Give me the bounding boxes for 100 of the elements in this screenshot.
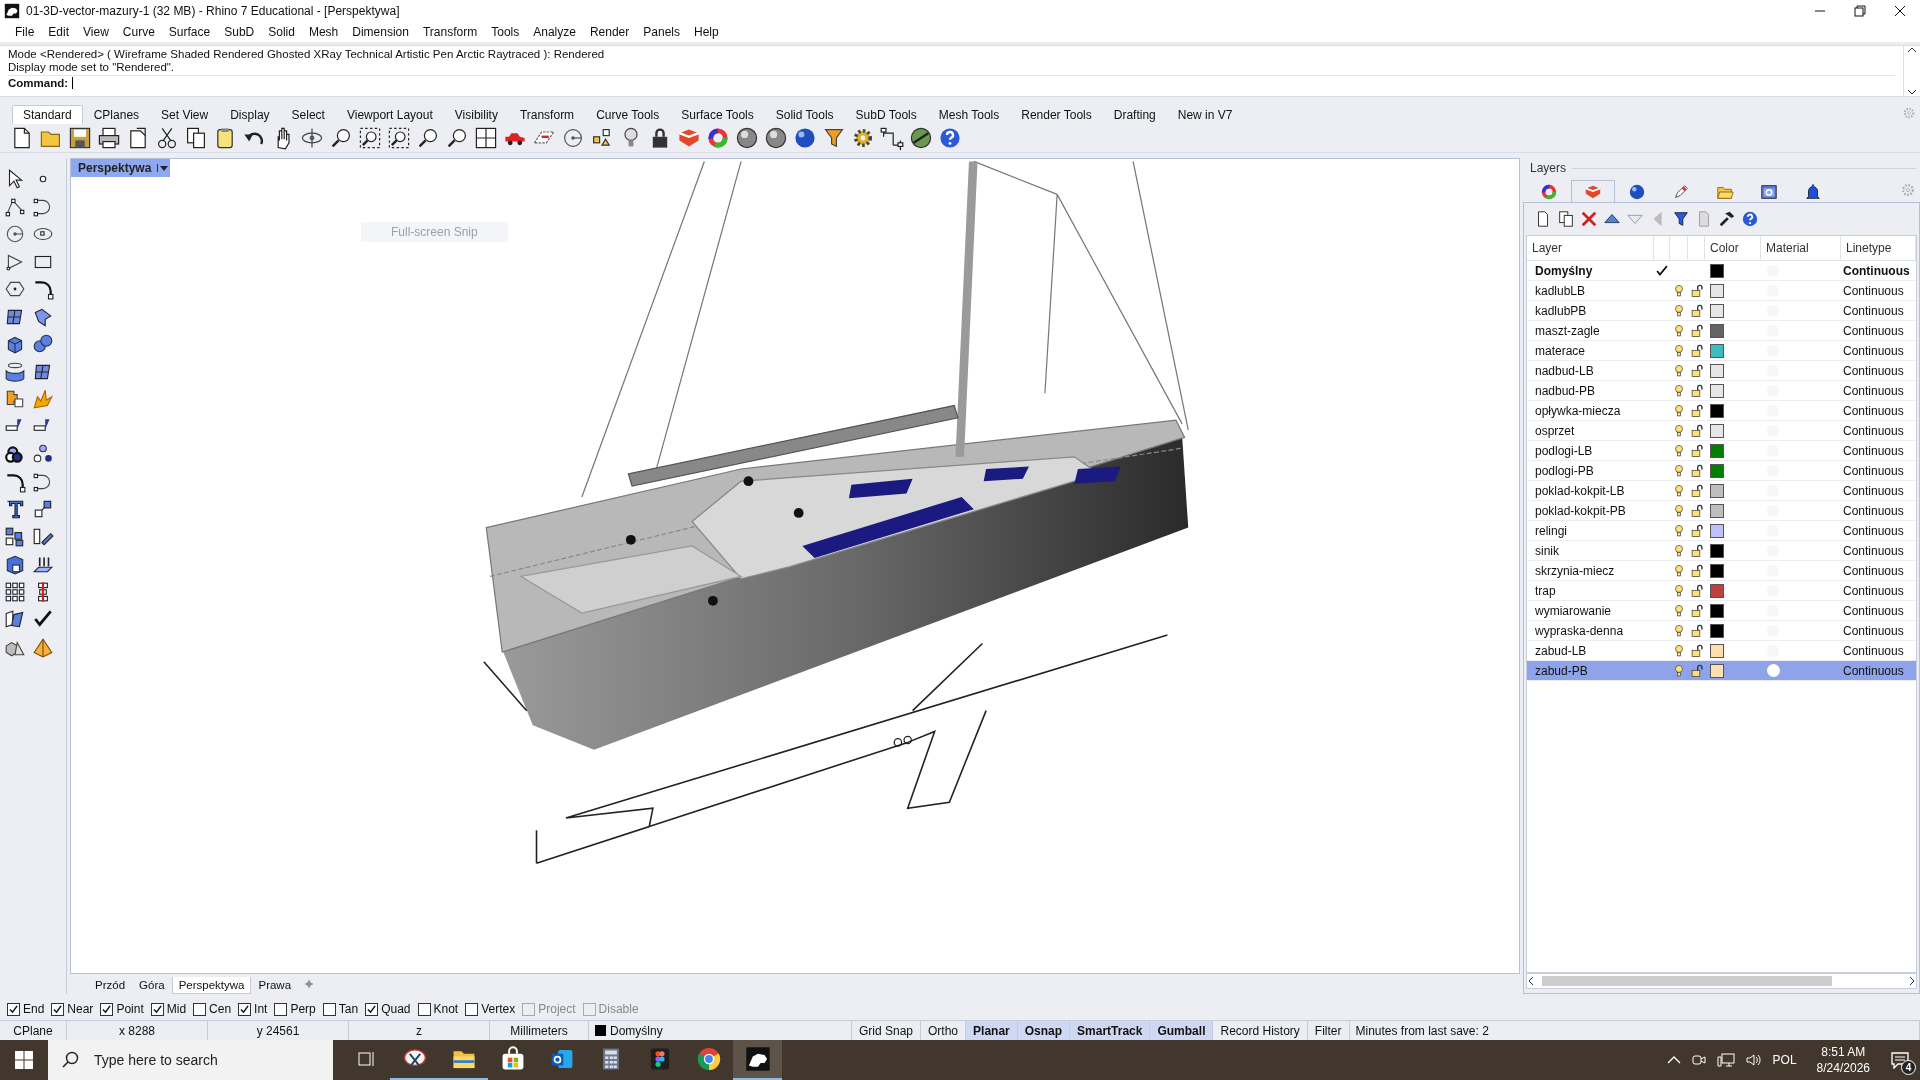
osnap-label[interactable]: Tan [338,1002,359,1016]
light-bulb-icon[interactable] [1672,303,1686,318]
layer-color-swatch[interactable] [1710,263,1724,278]
unlocked-padlock-icon[interactable] [1689,643,1704,658]
osnap-label[interactable]: End [23,1002,45,1016]
status-toggle[interactable]: SmartTrack [1070,1021,1151,1040]
osnap-checkbox[interactable] [51,1002,65,1016]
osnap-checkbox[interactable] [193,1002,207,1016]
layer-row[interactable]: zabud-PB Continuous [1527,661,1916,681]
light-bulb-icon[interactable] [1672,583,1686,598]
toolbar-tab[interactable]: Standard [12,105,83,124]
column-header[interactable]: Material [1761,236,1841,260]
layer-row[interactable]: nadbud-LB Continuous [1527,361,1916,381]
scale-icon[interactable] [32,498,54,520]
task-view-icon[interactable] [355,1049,376,1069]
menu-item[interactable]: Curve [115,25,162,39]
cut-icon[interactable] [155,126,179,150]
camera-icon[interactable] [1690,1052,1707,1068]
osnap-checkbox[interactable] [322,1002,336,1016]
osnap-label[interactable]: Vertex [481,1002,516,1016]
add-tab-icon[interactable] [304,979,315,989]
layer-color-swatch[interactable] [1710,343,1724,358]
checkmark-icon[interactable] [1655,263,1669,278]
zoom-selected-icon[interactable] [416,126,440,150]
menu-item[interactable]: Render [582,25,637,39]
layer-row[interactable]: sinik Continuous [1527,541,1916,561]
light-bulb-icon[interactable] [1672,623,1686,638]
light-bulb-icon[interactable] [1672,503,1686,518]
toolbar-tab[interactable]: Viewport Layout [335,105,444,124]
scroll-left-icon[interactable] [1527,976,1535,986]
light-bulb-icon[interactable] [1672,283,1686,298]
help-icon[interactable] [938,126,962,150]
layer-row[interactable]: nadbud-PB Continuous [1527,381,1916,401]
copy-icon[interactable] [184,126,208,150]
zoom-icon[interactable] [329,126,353,150]
clock-time[interactable]: 8:51 AM [1821,1044,1866,1060]
pen-icon[interactable] [1672,182,1690,201]
circles-icon[interactable] [32,443,54,465]
sphere-icon[interactable] [1628,182,1646,201]
windows-start-icon[interactable] [15,1051,33,1069]
layer-color-swatch[interactable] [1710,563,1724,578]
unlocked-padlock-icon[interactable] [1689,663,1704,678]
osnap-checkbox[interactable] [274,1002,288,1016]
light-bulb-icon[interactable] [1672,643,1686,658]
layer-color-swatch[interactable] [1710,663,1724,678]
osnap-label[interactable]: Knot [433,1002,459,1016]
layer-row[interactable]: materace Continuous [1527,341,1916,361]
layer-row[interactable]: Domyślny Continuous [1527,261,1916,281]
zoom-extents-icon[interactable] [387,126,411,150]
layer-row[interactable]: osprzet Continuous [1527,421,1916,441]
layer-color-swatch[interactable] [1710,383,1724,398]
osnap-label[interactable]: Perp [290,1002,316,1016]
zoom-window-icon[interactable] [358,126,382,150]
current-layer[interactable]: Domyślny [610,1023,663,1038]
layer-color-swatch[interactable] [1710,583,1724,598]
viewport-title-tab[interactable]: Perspektywa [71,159,171,177]
material-swatch[interactable] [1767,664,1780,677]
toolbar-tab[interactable]: Display [219,105,281,124]
menu-item[interactable]: Edit [41,25,77,39]
shaded-sphere-icon[interactable] [764,126,788,150]
osnap-label[interactable]: Int [254,1002,268,1016]
layer-color-swatch[interactable] [1710,363,1724,378]
toolbar-tab[interactable]: Surface Tools [670,105,765,124]
circle-point-icon[interactable] [561,126,585,150]
light-bulb-icon[interactable] [1672,363,1686,378]
layer-row[interactable]: podlogi-PB Continuous [1527,461,1916,481]
boolean-icon[interactable] [4,443,26,465]
color-wheel-icon[interactable] [1540,182,1558,201]
puzzle-icon[interactable] [4,388,26,410]
menu-item[interactable]: Solid [261,25,302,39]
toolbar-tab[interactable]: Solid Tools [764,105,845,124]
osnap-checkbox[interactable] [150,1002,164,1016]
squares-icon[interactable] [4,525,26,548]
viewport-tab[interactable]: Przód [88,977,133,994]
layer-color-swatch[interactable] [1710,303,1724,318]
light-bulb-icon[interactable] [1672,383,1686,398]
four-viewports-icon[interactable] [474,126,498,150]
light-bulb-icon[interactable] [1672,663,1686,678]
unlocked-padlock-icon[interactable] [1689,503,1704,518]
spheres-icon[interactable] [32,333,54,355]
dimension-icon[interactable] [880,126,904,150]
layer-row[interactable]: relingi Continuous [1527,521,1916,541]
menu-item[interactable]: Tools [484,25,527,39]
unlocked-padlock-icon[interactable] [1689,523,1704,538]
unlocked-padlock-icon[interactable] [1689,363,1704,378]
layer-row[interactable]: maszt-zagle Continuous [1527,321,1916,341]
unlocked-padlock-icon[interactable] [1689,583,1704,598]
circle-icon[interactable] [4,223,26,245]
osnap-checkbox[interactable] [7,1002,20,1016]
search-field[interactable]: Type here to search [48,1040,333,1080]
layer-row[interactable]: poklad-kokpit-LB Continuous [1527,481,1916,501]
unlocked-padlock-icon[interactable] [1689,343,1704,358]
layer-color-swatch[interactable] [1710,603,1724,618]
menu-item[interactable]: SubD [217,25,262,39]
menu-item[interactable]: File [8,25,42,39]
light-bulb-icon[interactable] [1672,323,1686,338]
layer-color-swatch[interactable] [1710,623,1724,638]
status-toggle[interactable]: Gumball [1150,1021,1214,1040]
layer-row[interactable]: wypraska-denna Continuous [1527,621,1916,641]
osnap-label[interactable]: Mid [166,1002,187,1016]
